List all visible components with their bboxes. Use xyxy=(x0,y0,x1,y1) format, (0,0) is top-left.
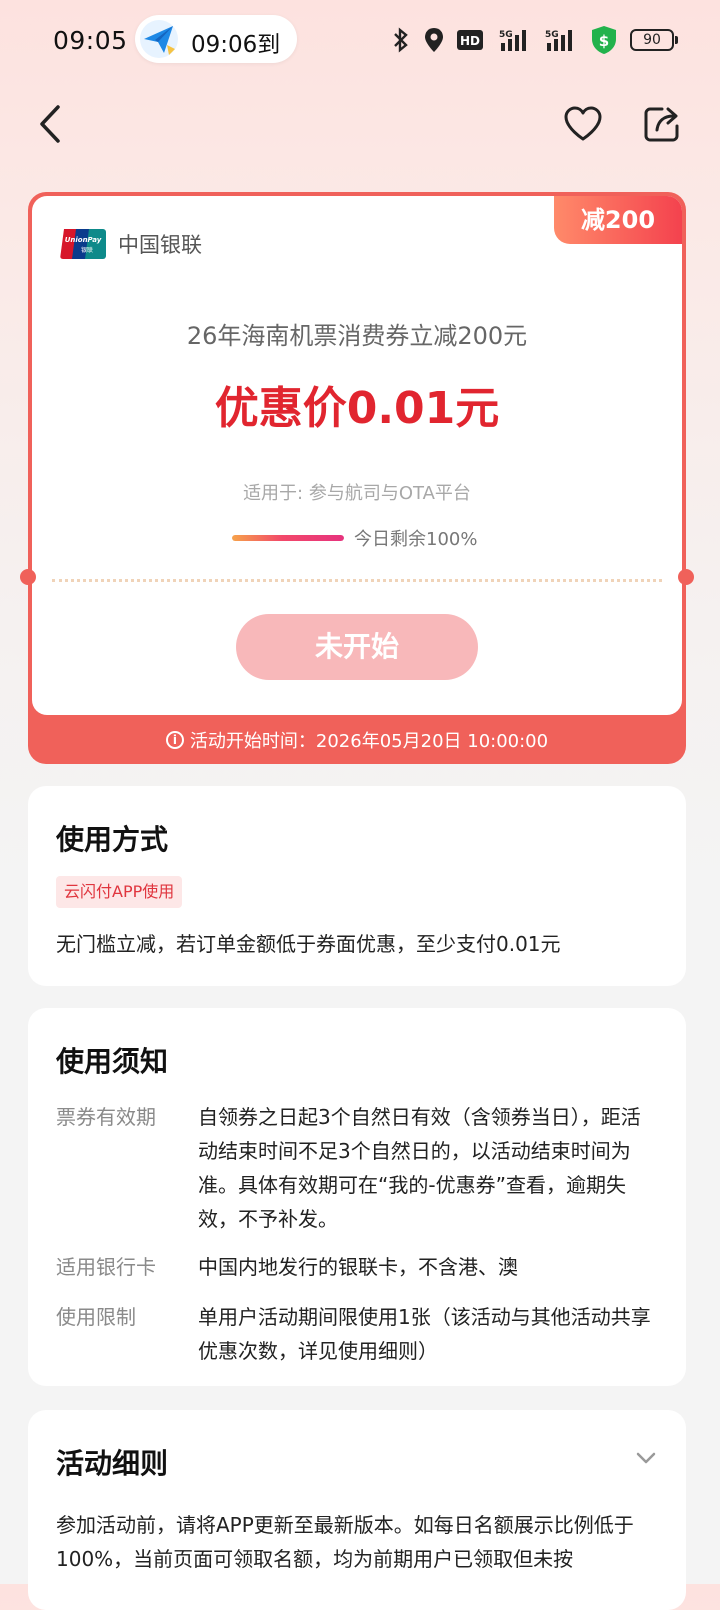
notification-pill[interactable]: 09:06到 xyxy=(135,15,297,63)
usage-tag: 云闪付APP使用 xyxy=(56,876,183,908)
brand-name: 中国银联 xyxy=(118,233,202,257)
paper-plane-icon xyxy=(140,20,178,58)
favorite-button[interactable] xyxy=(559,100,607,148)
remaining-label: 今日剩余100% xyxy=(354,529,478,550)
back-arrow-icon xyxy=(40,105,60,143)
rule-row-validity: 票券有效期 自领券之日起3个自然日有效（含领券当日），距活动结束时间不足3个自然… xyxy=(56,1100,656,1236)
coupon-body: 减200 UnionPay 银联 中国银联 26年海南机票消费券立减200元 优… xyxy=(32,196,682,715)
start-time-text: 活动开始时间：2026年05月20日 10:00:00 xyxy=(189,731,549,752)
rule-label: 适用银行卡 xyxy=(56,1255,156,1279)
coupon-scope: 适用于: 参与航司与OTA平台 xyxy=(243,483,471,504)
svg-text:5G: 5G xyxy=(499,30,513,40)
ticket-notch-right xyxy=(678,569,694,585)
heart-icon xyxy=(564,106,602,141)
back-button[interactable] xyxy=(26,100,74,148)
rule-row-limit: 使用限制 单用户活动期间限使用1张（该活动与其他活动共享优惠次数，详见使用细则） xyxy=(56,1300,656,1368)
details-section[interactable]: 活动细则 参加活动前，请将APP更新至最新版本。如每日名额展示比例低于100%，… xyxy=(28,1410,686,1610)
hd-icon: HD xyxy=(457,30,483,50)
discount-badge: 减200 xyxy=(554,196,682,244)
svg-text:UnionPay: UnionPay xyxy=(65,236,102,244)
coupon-card: 减200 UnionPay 银联 中国银联 26年海南机票消费券立减200元 优… xyxy=(20,192,694,764)
bluetooth-icon xyxy=(394,27,408,53)
battery-indicator: 90 xyxy=(630,29,678,51)
usage-section: 使用方式 云闪付APP使用 无门槛立减，若订单金额低于券面优惠，至少支付0.01… xyxy=(28,786,686,986)
svg-text:5G: 5G xyxy=(545,30,559,40)
usage-title: 使用方式 xyxy=(56,823,169,856)
rule-label: 票券有效期 xyxy=(56,1105,156,1129)
progress-fill xyxy=(232,535,344,541)
notice-title: 使用须知 xyxy=(56,1045,169,1078)
notice-section: 使用须知 票券有效期 自领券之日起3个自然日有效（含领券当日），距活动结束时间不… xyxy=(28,1008,686,1386)
svg-text:HD: HD xyxy=(460,34,480,48)
remaining-progress: 今日剩余100% xyxy=(232,526,477,550)
start-time-bar: i 活动开始时间：2026年05月20日 10:00:00 xyxy=(28,716,686,764)
share-icon xyxy=(644,107,679,142)
nav-bar xyxy=(0,90,720,160)
details-text: 参加活动前，请将APP更新至最新版本。如每日名额展示比例低于100%，当前页面可… xyxy=(56,1513,634,1571)
progress-track xyxy=(232,535,344,541)
notification-text: 09:06到 xyxy=(191,32,281,58)
unionpay-logo-icon: UnionPay 银联 xyxy=(60,229,106,259)
coupon-price: 优惠价0.01元 xyxy=(214,383,500,434)
security-shield-icon: $ xyxy=(592,26,616,54)
rule-text: 中国内地发行的银联卡，不含港、澳 xyxy=(198,1255,518,1279)
signal-2-icon: 5G xyxy=(545,30,572,51)
location-icon xyxy=(425,28,443,52)
info-icon: i xyxy=(165,731,184,749)
chevron-down-icon[interactable] xyxy=(634,1446,658,1470)
rule-row-bank-card: 适用银行卡 中国内地发行的银联卡，不含港、澳 xyxy=(56,1250,656,1284)
details-title: 活动细则 xyxy=(56,1447,169,1480)
dotted-divider xyxy=(52,579,662,582)
signal-1-icon: 5G xyxy=(499,30,526,51)
usage-description: 无门槛立减，若订单金额低于券面优惠，至少支付0.01元 xyxy=(56,932,561,956)
status-time: 09:05 xyxy=(53,26,128,55)
svg-text:$: $ xyxy=(599,32,609,50)
brand: UnionPay 银联 中国银联 xyxy=(60,224,202,264)
rule-text: 自领券之日起3个自然日有效（含领券当日），距活动结束时间不足3个自然日的，以活动… xyxy=(198,1105,641,1231)
rule-label: 使用限制 xyxy=(56,1305,136,1329)
coupon-title: 26年海南机票消费券立减200元 xyxy=(186,322,528,350)
ticket-notch-left xyxy=(20,569,36,585)
not-started-button[interactable]: 未开始 xyxy=(236,614,478,680)
share-button[interactable] xyxy=(638,100,686,148)
svg-text:银联: 银联 xyxy=(81,246,93,254)
rule-text: 单用户活动期间限使用1张（该活动与其他活动共享优惠次数，详见使用细则） xyxy=(198,1305,651,1363)
status-bar: 09:05 09:06到 HD 5G 5G $ 90 xyxy=(0,0,720,80)
status-icons: HD 5G 5G $ 90 xyxy=(390,22,678,58)
